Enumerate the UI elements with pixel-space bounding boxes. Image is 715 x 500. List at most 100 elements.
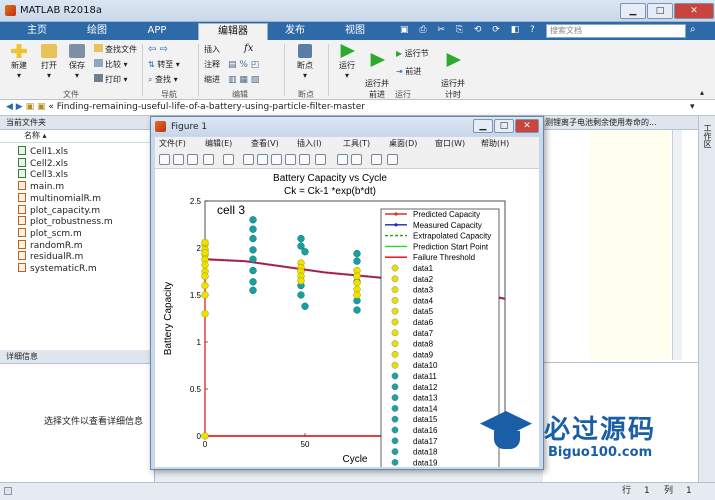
- figure-close-button[interactable]: ✕: [515, 119, 539, 133]
- fx-icon[interactable]: fx: [244, 43, 253, 54]
- zoom-in-icon[interactable]: [243, 154, 254, 165]
- breakpoints-button[interactable]: 断点 ▾: [290, 44, 320, 80]
- tab-home[interactable]: 主页: [8, 23, 66, 40]
- editor-code-area[interactable]: [590, 130, 670, 360]
- navigate-arrows[interactable]: ⇦ ⇨: [148, 44, 168, 55]
- file-name: multinomialR.m: [30, 193, 102, 204]
- file-item[interactable]: plot_robustness.m: [18, 216, 113, 228]
- run-section-button[interactable]: ▶ 运行节: [396, 48, 429, 59]
- file-item[interactable]: randomR.m: [18, 239, 82, 252]
- tab-plots[interactable]: 绘图: [68, 23, 126, 40]
- new-figure-icon[interactable]: [159, 154, 170, 165]
- file-item[interactable]: multinomialR.m: [18, 192, 102, 205]
- pointer-icon[interactable]: [223, 154, 234, 165]
- chart-annotation: cell 3: [217, 203, 245, 217]
- file-item[interactable]: systematicR.m: [18, 263, 97, 275]
- file-item[interactable]: main.m: [18, 181, 64, 193]
- new-button[interactable]: 新建 ▾: [6, 44, 32, 80]
- data-cursor-icon[interactable]: [299, 154, 310, 165]
- file-item[interactable]: Cell1.xls: [18, 146, 68, 158]
- chart-subtitle: Ck = Ck-1 *exp(b*dt): [284, 186, 376, 197]
- zoom-out-icon[interactable]: [257, 154, 268, 165]
- figure-menu-item[interactable]: 窗口(W): [435, 138, 465, 149]
- up-folder-icon[interactable]: ▣: [26, 102, 35, 112]
- m-file-icon: [18, 239, 26, 249]
- file-item[interactable]: plot_capacity.m: [18, 204, 100, 217]
- legend-label: data4: [413, 296, 434, 305]
- address-bar[interactable]: ◀ ▶ ▣ ▣ « Finding-remaining-useful-life-…: [0, 100, 715, 116]
- y-tick-label: 1: [197, 338, 202, 347]
- close-button[interactable]: ✕: [674, 3, 714, 19]
- legend-label: data5: [413, 307, 434, 316]
- legend-label: data1: [413, 264, 434, 273]
- search-docs-input[interactable]: 搜索文档: [546, 24, 686, 38]
- legend-label: data3: [413, 286, 434, 295]
- workspace-strip[interactable]: 工作区: [698, 116, 715, 482]
- collapse-ribbon-icon[interactable]: ▴: [700, 88, 704, 97]
- legend-icon[interactable]: [351, 154, 362, 165]
- editor-scrollbar[interactable]: [672, 130, 682, 360]
- edit-tools-icons[interactable]: ▤ % ◰ ▥ ▦ ▧: [228, 58, 259, 88]
- hide-tools-icon[interactable]: [371, 154, 382, 165]
- run-button[interactable]: 运行 ▾: [334, 44, 360, 80]
- legend-label: data9: [413, 350, 434, 359]
- path-dropdown-icon[interactable]: ▾: [690, 100, 695, 115]
- advance-button[interactable]: ⇥ 前进: [396, 66, 421, 77]
- pan-icon[interactable]: [271, 154, 282, 165]
- brush-icon[interactable]: [315, 154, 326, 165]
- comment-button[interactable]: 注释: [204, 59, 220, 70]
- search-icon[interactable]: ⌕: [690, 24, 696, 35]
- quick-access-toolbar[interactable]: ▣ ⎙ ✂ ⎘ ⟲ ⟳ ◧ ?: [400, 25, 540, 37]
- tab-editor[interactable]: 编辑器: [198, 23, 268, 40]
- insert-button[interactable]: 插入: [204, 44, 220, 55]
- minimize-button[interactable]: ▁: [620, 3, 646, 19]
- figure-menu-item[interactable]: 插入(I): [297, 138, 322, 149]
- editor-file-tab[interactable]: 测锂离子电池剩余使用寿命的...: [543, 116, 698, 130]
- print-icon[interactable]: [203, 154, 214, 165]
- maximize-button[interactable]: □: [647, 3, 673, 19]
- colorbar-icon[interactable]: [337, 154, 348, 165]
- save-figure-icon[interactable]: [187, 154, 198, 165]
- find-button[interactable]: ⌕ 查找 ▾: [148, 74, 178, 85]
- find-files-button[interactable]: 查找文件: [94, 44, 137, 55]
- tab-apps[interactable]: APP: [128, 23, 186, 40]
- save-button[interactable]: 保存 ▾: [64, 44, 90, 80]
- legend-marker: [391, 286, 399, 294]
- figure-menu-item[interactable]: 查看(V): [251, 138, 279, 149]
- figure-menu-item[interactable]: 帮助(H): [481, 138, 509, 149]
- figure-menu-item[interactable]: 桌面(D): [389, 138, 417, 149]
- forward-arrow-icon[interactable]: ▶: [16, 102, 23, 112]
- y-tick-label: 2.5: [190, 197, 202, 206]
- goto-button[interactable]: ⇅ 转至 ▾: [148, 59, 180, 70]
- legend-label: Prediction Start Point: [413, 242, 489, 251]
- column-header-name[interactable]: 名称 ▴: [0, 130, 155, 143]
- run-label: 运行: [339, 61, 355, 70]
- figure-menu-item[interactable]: 编辑(E): [205, 138, 232, 149]
- tab-publish[interactable]: 发布: [266, 23, 324, 40]
- legend-label: data17: [413, 437, 438, 446]
- compare-button[interactable]: 比较 ▾: [94, 59, 128, 70]
- browse-folder-icon[interactable]: ▣: [37, 102, 46, 112]
- dock-icon[interactable]: [387, 154, 398, 165]
- back-arrow-icon[interactable]: ◀: [6, 102, 13, 112]
- indent-button[interactable]: 缩进: [204, 74, 220, 85]
- tab-view[interactable]: 视图: [326, 23, 384, 40]
- m-file-icon: [18, 204, 26, 214]
- figure-maximize-button[interactable]: □: [494, 119, 514, 133]
- figure-menu-item[interactable]: 文件(F): [159, 138, 186, 149]
- group-label-nav: 导航: [161, 90, 177, 99]
- file-item[interactable]: Cell3.xls: [18, 169, 68, 181]
- open-button[interactable]: 打开 ▾: [36, 44, 62, 80]
- figure-menu-item[interactable]: 工具(T): [343, 138, 370, 149]
- file-item[interactable]: residualR.m: [18, 251, 83, 263]
- legend-label: data11: [413, 372, 437, 381]
- file-item[interactable]: Cell2.xls: [18, 157, 68, 170]
- yellow-data-point: [201, 281, 209, 290]
- file-item[interactable]: plot_scm.m: [18, 227, 82, 240]
- legend-marker: [391, 340, 399, 348]
- print-button[interactable]: 打印 ▾: [94, 74, 128, 85]
- figure-minimize-button[interactable]: ▁: [473, 119, 493, 133]
- open-file-icon[interactable]: [173, 154, 184, 165]
- sort-ascending-icon: ▴: [42, 131, 47, 140]
- rotate-icon[interactable]: [285, 154, 296, 165]
